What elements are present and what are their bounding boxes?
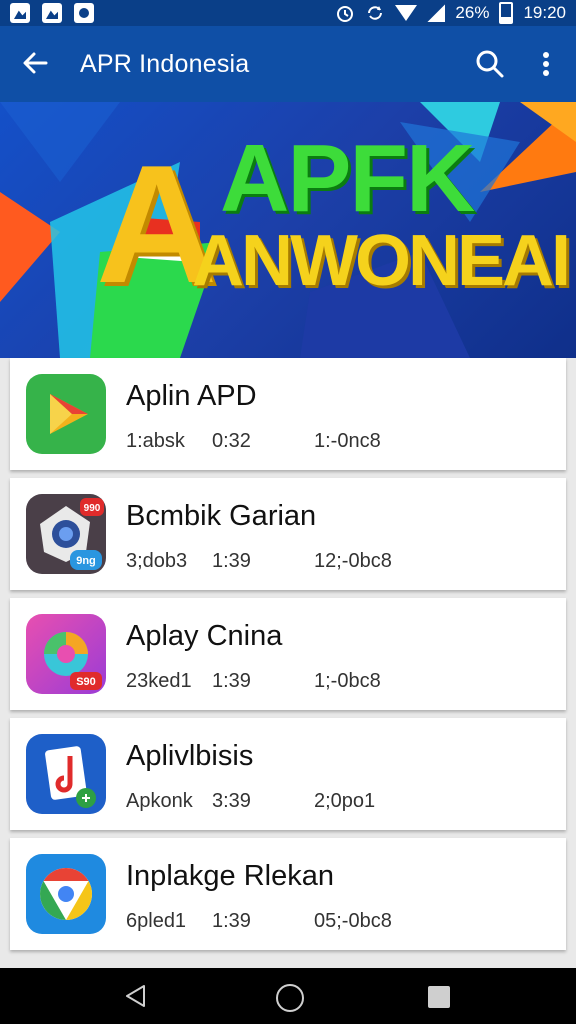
image-icon bbox=[10, 3, 30, 23]
app-name: Inplakge Rlekan bbox=[126, 860, 334, 892]
app2-top-badge: 990 bbox=[84, 503, 101, 514]
app-meta-1: 1:absk bbox=[126, 430, 185, 452]
battery-icon bbox=[499, 2, 514, 24]
circle-app-icon bbox=[74, 3, 94, 23]
status-bar: 26% 19:20 bbox=[0, 0, 576, 26]
app-meta-2: 1:39 bbox=[212, 670, 251, 692]
chrome-app-icon bbox=[26, 854, 106, 934]
browser-app-icon: S90 bbox=[26, 614, 106, 694]
list-item[interactable]: Aplivlbisis Apkonk 3:39 2;0po1 bbox=[10, 718, 566, 830]
list-item[interactable]: Aplin APD 1:absk 0:32 1:-0nc8 bbox=[10, 358, 566, 470]
nav-back-icon[interactable] bbox=[124, 984, 148, 1008]
music-app-icon bbox=[26, 734, 106, 814]
app2-bottom-badge: 9ng bbox=[76, 555, 96, 567]
camera-app-icon: 990 9ng bbox=[26, 494, 106, 574]
notification-icons bbox=[10, 3, 94, 23]
app-meta-1: 23ked1 bbox=[126, 670, 192, 692]
list-item[interactable]: Inplakge Rlekan 6pled1 1:39 05;-0bc8 bbox=[10, 838, 566, 950]
system-icons: 26% 19:20 bbox=[335, 2, 566, 24]
search-icon[interactable] bbox=[474, 48, 506, 80]
list-item[interactable]: 990 9ng Bcmbik Garian 3;dob3 1:39 12;-0b… bbox=[10, 478, 566, 590]
photo-icon bbox=[42, 3, 62, 23]
app-meta-3: 05;-0bc8 bbox=[314, 910, 392, 932]
app-meta-1: 3;dob3 bbox=[126, 550, 188, 572]
list-item[interactable]: S90 Aplay Cnina 23ked1 1:39 1;-0bc8 bbox=[10, 598, 566, 710]
app-meta-1: Apkonk bbox=[126, 790, 193, 812]
signal-icon bbox=[427, 4, 446, 22]
banner-title-line2: ANWONEAI bbox=[192, 221, 571, 301]
app-bar: APR Indonesia bbox=[0, 26, 576, 102]
app-meta-3: 2;0po1 bbox=[314, 790, 376, 812]
alarm-icon bbox=[337, 6, 354, 22]
app-meta-3: 1:-0nc8 bbox=[314, 430, 381, 452]
app-name: Bcmbik Garian bbox=[126, 500, 317, 532]
hero-banner[interactable]: A APFK ANWONEAI bbox=[0, 102, 576, 358]
banner-title-line1: APFK bbox=[220, 125, 475, 232]
play-store-app-icon bbox=[26, 374, 106, 454]
battery-percent: 26% bbox=[455, 3, 490, 22]
app-name: Aplivlbisis bbox=[126, 740, 254, 772]
navigation-bar bbox=[0, 968, 576, 1024]
nav-home-icon[interactable] bbox=[276, 984, 304, 1012]
rotate-icon bbox=[368, 6, 383, 20]
app-meta-3: 1;-0bc8 bbox=[314, 670, 381, 692]
more-vert-icon[interactable] bbox=[530, 48, 562, 80]
app-meta-3: 12;-0bc8 bbox=[314, 550, 392, 572]
app-name: Aplay Cnina bbox=[126, 620, 283, 652]
clock: 19:20 bbox=[523, 3, 566, 22]
app-meta-1: 6pled1 bbox=[126, 910, 187, 932]
app-meta-2: 0:32 bbox=[212, 430, 251, 452]
nav-recents-icon[interactable] bbox=[428, 986, 450, 1008]
app3-badge: S90 bbox=[76, 676, 96, 688]
wifi-icon bbox=[395, 5, 418, 21]
app-meta-2: 1:39 bbox=[212, 910, 251, 932]
app-meta-2: 1:39 bbox=[212, 550, 251, 572]
back-arrow-icon[interactable] bbox=[18, 46, 52, 80]
app-name: Aplin APD bbox=[126, 380, 257, 412]
page-title: APR Indonesia bbox=[80, 50, 250, 78]
app-meta-2: 3:39 bbox=[212, 790, 251, 812]
